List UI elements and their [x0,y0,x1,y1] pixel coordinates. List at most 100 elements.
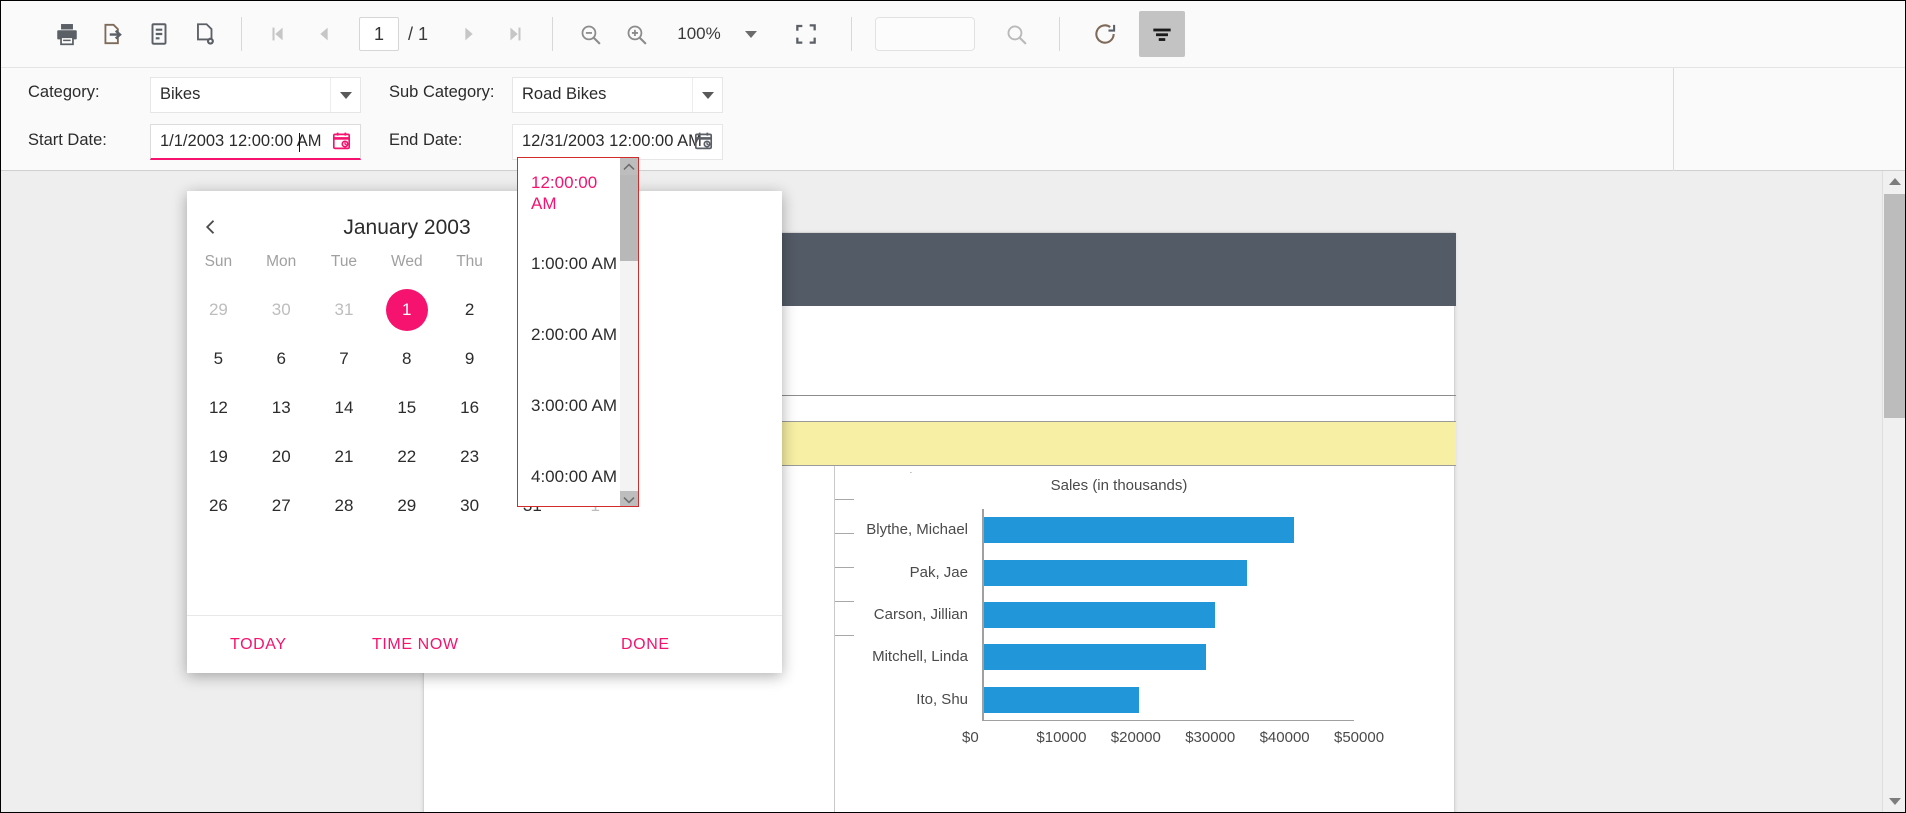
weekday-label: Wed [390,253,423,270]
toolbar-separator-1 [241,17,242,51]
parameters-toggle-button[interactable] [1139,11,1186,57]
calendar-day-label: 30 [271,299,291,319]
next-page-button[interactable] [446,11,492,57]
category-dropdown[interactable]: Bikes [150,77,361,113]
page-number-input[interactable] [359,17,399,51]
done-button[interactable]: DONE [621,616,670,674]
calendar-day-29[interactable]: 29 [375,481,438,530]
sub-category-dropdown[interactable]: Road Bikes [512,77,723,113]
calendar-day-9[interactable]: 9 [438,334,501,383]
calendar-day-31[interactable]: 31 [313,285,376,334]
today-button[interactable]: TODAY [230,616,287,674]
search-button[interactable] [993,11,1039,57]
time-option[interactable]: 3:00:00 AM [518,371,622,442]
calendar-day-15[interactable]: 15 [375,383,438,432]
chart-x-tick-label: $30000 [1185,729,1236,746]
calendar-day-28[interactable]: 28 [313,481,376,530]
previous-page-button[interactable] [301,11,347,57]
calendar-day-label: 1 [385,288,428,331]
calendar-day-29[interactable]: 29 [187,285,250,334]
first-page-icon [267,23,289,45]
chart-bar [984,644,1206,671]
calendar-day-20[interactable]: 20 [250,432,313,481]
document-map-button[interactable] [136,11,182,57]
time-list-scrollbar[interactable] [620,158,638,506]
chart-plot-area: Blythe, Michael Pak, Jae Carson, Jillian Mi… [866,509,1384,746]
calendar-day-30[interactable]: 30 [250,285,313,334]
toolbar-separator-3 [851,17,853,51]
search-icon [1004,22,1029,47]
report-viewer-window: / 1 [0,0,1906,813]
calendar-prev-month-button[interactable] [187,204,235,252]
time-options-list: 12:00:00 AM 1:00:00 AM 2:00:00 AM 3:00:00 A… [518,158,622,506]
scroll-down-button[interactable] [1883,791,1906,812]
time-option[interactable]: 1:00:00 AM [518,229,622,300]
calendar-day-13[interactable]: 13 [250,383,313,432]
calendar-day-14[interactable]: 14 [313,383,376,432]
chart-category-label: Ito, Shu [916,690,968,708]
chevron-down-icon[interactable] [745,30,758,38]
calendar-day-8[interactable]: 8 [375,334,438,383]
chevron-down-icon [339,91,352,99]
calendar-day-12[interactable]: 12 [187,383,250,432]
calendar-day-label: 9 [464,348,475,368]
calendar-day-2[interactable]: 2 [438,285,501,334]
start-date-calendar-button[interactable] [328,130,354,156]
time-option[interactable]: 2:00:00 AM [518,300,622,371]
category-label: Category: [28,83,100,101]
calendar-day-22[interactable]: 22 [375,432,438,481]
time-option[interactable]: 4:00:00 AM [518,442,622,506]
scroll-up-button[interactable] [1883,171,1906,192]
calendar-day-26[interactable]: 26 [187,481,250,530]
chevron-left-icon [201,217,221,240]
chart-bar [984,686,1139,713]
time-now-button[interactable]: TIME NOW [372,616,459,674]
end-date-field[interactable]: 12/31/2003 12:00:00 AM [512,124,723,160]
sub-category-value: Road Bikes [522,85,607,103]
print-button[interactable] [44,11,90,57]
calendar-day-label: 29 [397,495,417,515]
vertical-scrollbar[interactable] [1882,171,1905,812]
viewer-toolbar: / 1 [1,1,1905,68]
refresh-button[interactable] [1082,11,1128,57]
start-date-field[interactable]: 1/1/2003 12:00:00 AM [150,124,361,160]
export-button[interactable] [90,11,136,57]
calendar-day-6[interactable]: 6 [250,334,313,383]
calendar-day-27[interactable]: 27 [250,481,313,530]
zoom-level-value[interactable]: 100% [671,24,727,44]
search-input[interactable] [875,17,976,51]
calendar-day-16[interactable]: 16 [438,383,501,432]
fit-to-page-button[interactable] [783,11,829,57]
sub-category-dropdown-arrow[interactable] [692,78,722,112]
calendar-day-30[interactable]: 30 [438,481,501,530]
chart-category-label: Pak, Jae [909,563,968,581]
category-dropdown-arrow[interactable] [330,78,360,112]
time-scroll-thumb[interactable] [620,175,638,261]
time-scroll-down-button[interactable] [620,491,638,506]
calendar-day-label: 30 [460,495,480,515]
chart-bar [984,559,1247,586]
scrollbar-thumb[interactable] [1884,194,1905,418]
time-option[interactable]: 12:00:00 AM [518,158,622,229]
chevron-down-icon [701,91,714,99]
calendar-day-label: 13 [271,397,291,417]
zoom-out-button[interactable] [567,11,613,57]
end-date-calendar-button[interactable] [690,130,716,156]
chart-x-tick-label: $50000 [1334,729,1385,746]
calendar-day-19[interactable]: 19 [187,432,250,481]
last-page-button[interactable] [492,11,538,57]
calendar-day-5[interactable]: 5 [187,334,250,383]
calendar-day-7[interactable]: 7 [313,334,376,383]
zoom-in-button[interactable] [613,11,659,57]
calendar-day-23[interactable]: 23 [438,432,501,481]
first-page-button[interactable] [255,11,301,57]
calendar-day-label: 8 [402,348,412,368]
page-setup-button[interactable] [182,11,228,57]
calendar-day-21[interactable]: 21 [313,432,376,481]
calendar-day-label: 21 [334,446,354,466]
chart-title: Sales (in thousands) [1050,477,1188,494]
date-time-picker-popup: January 2003 Sun Mon Tue Wed Thu Fri Sat [187,157,782,674]
time-scroll-up-button[interactable] [620,158,638,175]
text-caret [299,133,300,152]
calendar-day-1[interactable]: 1 [375,285,438,334]
